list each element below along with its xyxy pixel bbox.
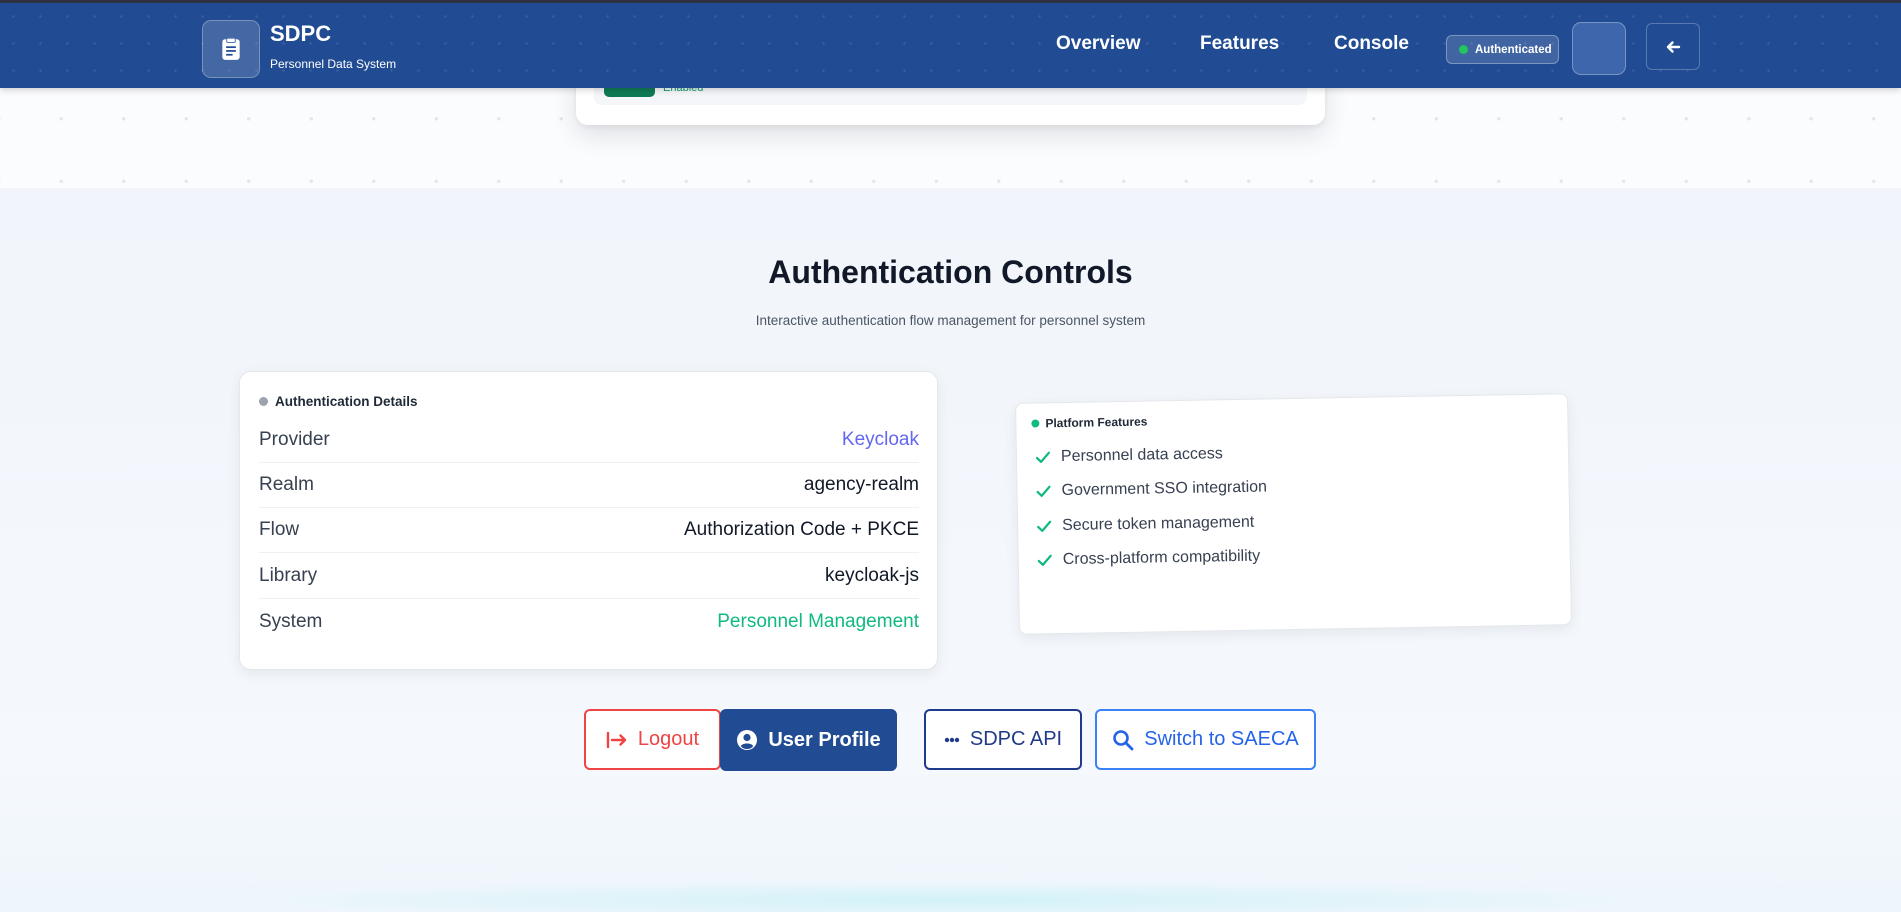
- switch-to-saeca-button[interactable]: Switch to SAECA: [1095, 709, 1316, 770]
- status-dot-icon: [1031, 419, 1040, 428]
- user-profile-button[interactable]: User Profile: [720, 709, 897, 771]
- logout-button[interactable]: Logout: [584, 709, 721, 770]
- detail-label: Provider: [259, 429, 330, 450]
- status-dot-icon: [259, 397, 268, 406]
- arrow-left-icon: [1666, 40, 1681, 53]
- detail-row-system: System Personnel Management: [259, 599, 919, 644]
- sdpc-api-label: SDPC API: [969, 728, 1063, 750]
- detail-label: Library: [259, 565, 318, 586]
- feature-item: Cross-platform compatibility: [1037, 548, 1261, 570]
- top-navbar: SDPC Personnel Data System Overview Feat…: [0, 0, 1901, 88]
- check-icon: [1035, 451, 1050, 463]
- authenticated-badge: Authenticated: [1446, 35, 1559, 64]
- nav-console[interactable]: Console: [1334, 33, 1409, 55]
- detail-row-flow: Flow Authorization Code + PKCE: [259, 508, 919, 553]
- brand-title: SDPC: [270, 21, 332, 46]
- status-dot-icon: [1459, 45, 1468, 54]
- ellipsis-icon: [944, 737, 960, 742]
- brand-subtitle: Personnel Data System: [270, 57, 397, 71]
- detail-value-system: Personnel Management: [717, 610, 919, 632]
- user-circle-icon: [737, 730, 758, 750]
- clipboard-icon: [222, 37, 240, 60]
- detail-value-library: keycloak-js: [825, 565, 919, 586]
- platform-features-card: Platform Features Personnel data access …: [1015, 393, 1572, 635]
- section-title: Authentication Controls: [768, 254, 1133, 290]
- auth-details-header: Authentication Details: [259, 394, 418, 409]
- user-avatar-button[interactable]: [1572, 22, 1626, 75]
- detail-label: System: [259, 610, 323, 632]
- authenticated-label: Authenticated: [1475, 43, 1552, 56]
- auth-details-card: Authentication Details Provider Keycloak…: [239, 371, 938, 670]
- check-icon: [1037, 554, 1052, 566]
- page: Enabled SDPC Personnel Data System Overv…: [0, 0, 1901, 912]
- user-profile-label: User Profile: [768, 728, 881, 751]
- detail-row-realm: Realm agency-realm: [259, 463, 919, 508]
- detail-row-library: Library keycloak-js: [259, 554, 919, 599]
- detail-label: Flow: [259, 519, 300, 540]
- bottom-glow: [200, 880, 1700, 912]
- auth-details-title: Authentication Details: [275, 394, 418, 409]
- nav-features[interactable]: Features: [1200, 33, 1279, 55]
- detail-row-provider: Provider Keycloak: [259, 418, 919, 463]
- switch-to-saeca-label: Switch to SAECA: [1144, 728, 1299, 750]
- logo[interactable]: [202, 20, 260, 78]
- logout-icon: [606, 731, 627, 748]
- feature-label: Cross-platform compatibility: [1062, 547, 1261, 569]
- back-button[interactable]: [1646, 23, 1700, 70]
- platform-features-header: Platform Features: [1031, 414, 1148, 431]
- check-icon: [1036, 485, 1051, 497]
- platform-features-title: Platform Features: [1045, 414, 1148, 431]
- detail-value-flow: Authorization Code + PKCE: [684, 519, 919, 540]
- feature-item: Personnel data access: [1035, 445, 1223, 466]
- section-subtitle: Interactive authentication flow manageme…: [755, 313, 1146, 328]
- search-icon: [1113, 729, 1134, 750]
- logout-label: Logout: [637, 728, 700, 750]
- detail-value-realm: agency-realm: [803, 474, 919, 495]
- feature-label: Government SSO integration: [1061, 478, 1268, 500]
- feature-item: Government SSO integration: [1035, 478, 1267, 500]
- detail-value-provider: Keycloak: [841, 429, 919, 450]
- feature-label: Secure token management: [1062, 513, 1255, 535]
- sdpc-api-button[interactable]: SDPC API: [924, 709, 1082, 770]
- feature-label: Personnel data access: [1060, 445, 1223, 466]
- detail-label: Realm: [259, 474, 314, 495]
- check-icon: [1037, 520, 1052, 532]
- nav-overview[interactable]: Overview: [1056, 33, 1141, 55]
- feature-item: Secure token management: [1036, 514, 1254, 536]
